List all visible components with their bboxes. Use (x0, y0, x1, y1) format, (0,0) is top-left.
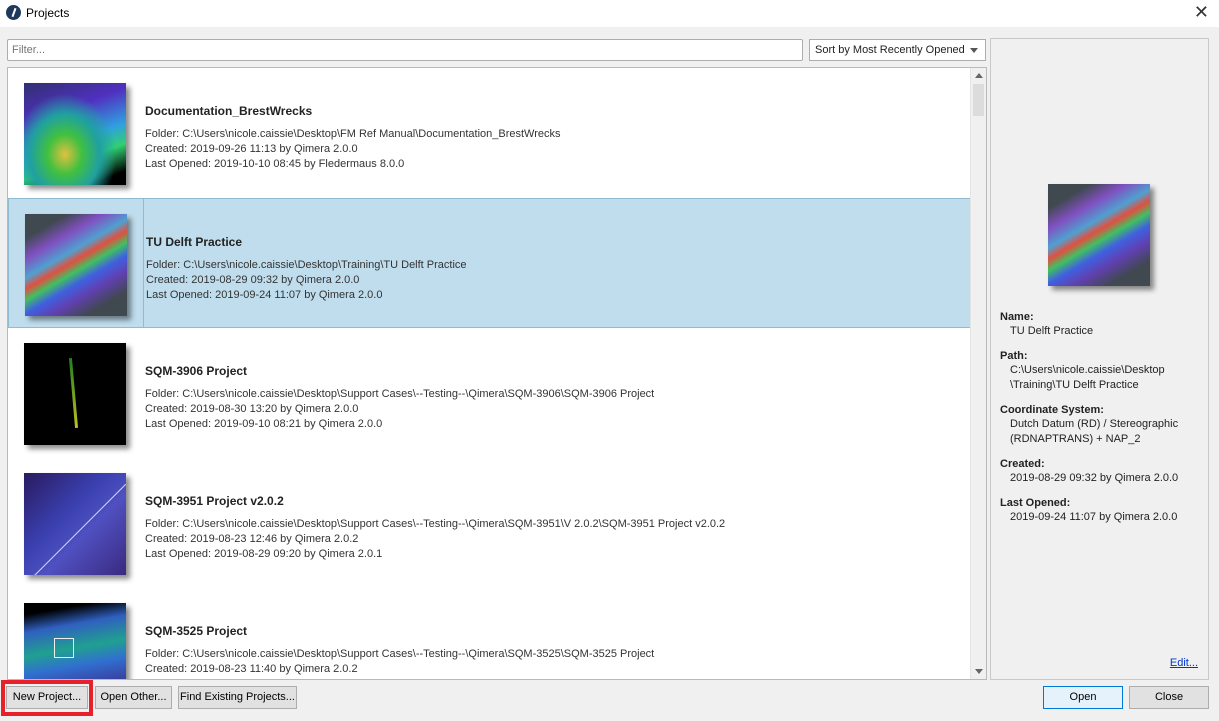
project-item[interactable]: SQM-3906 Project Folder: C:\Users\nicole… (8, 328, 971, 458)
edit-link[interactable]: Edit... (1170, 657, 1198, 669)
sort-selected: Sort by Most Recently Opened (815, 44, 965, 56)
last-opened-value: 2019-09-24 11:07 by Qimera 2.0.0 (1010, 511, 1178, 523)
find-existing-projects-button[interactable]: Find Existing Projects... (178, 686, 297, 709)
project-thumbnail (24, 343, 126, 445)
project-folder: Folder: C:\Users\nicole.caissie\Desktop\… (145, 128, 561, 140)
app-icon (6, 5, 21, 20)
project-name: SQM-3906 Project (145, 364, 248, 378)
scroll-up-icon[interactable] (975, 73, 983, 78)
coordinate-system-value-1: Dutch Datum (RD) / Stereographic (1010, 418, 1179, 430)
path-value-2: \Training\TU Delft Practice (1010, 379, 1139, 391)
close-button[interactable]: Close (1129, 686, 1209, 709)
project-folder: Folder: C:\Users\nicole.caissie\Desktop\… (145, 388, 655, 400)
project-created: Created: 2019-09-26 11:13 by Qimera 2.0.… (145, 143, 358, 155)
close-icon[interactable]: ✕ (1194, 2, 1209, 23)
project-folder: Folder: C:\Users\nicole.caissie\Desktop\… (145, 518, 726, 530)
project-item[interactable]: SQM-3951 Project v2.0.2 Folder: C:\Users… (8, 458, 971, 588)
project-item[interactable]: SQM-3525 Project Folder: C:\Users\nicole… (8, 588, 971, 679)
open-button[interactable]: Open (1043, 686, 1123, 709)
project-name: SQM-3951 Project v2.0.2 (145, 494, 284, 508)
project-created: Created: 2019-08-23 11:40 by Qimera 2.0.… (145, 663, 358, 675)
coordinate-system-value-2: (RDNAPTRANS) + NAP_2 (1010, 433, 1141, 445)
project-opened: Last Opened: 2019-09-10 08:21 by Qimera … (145, 418, 383, 430)
project-name: TU Delft Practice (146, 235, 243, 249)
project-list: Documentation_BrestWrecks Folder: C:\Use… (7, 67, 987, 680)
path-label: Path: (1000, 350, 1028, 362)
window-title: Projects (26, 6, 70, 20)
name-value: TU Delft Practice (1010, 325, 1094, 337)
last-opened-label: Last Opened: (1000, 497, 1071, 509)
path-value-1: C:\Users\nicole.caissie\Desktop (1010, 364, 1165, 376)
name-label: Name: (1000, 311, 1034, 323)
title-bar: Projects ✕ (0, 0, 1219, 27)
project-item[interactable]: Documentation_BrestWrecks Folder: C:\Use… (8, 68, 971, 198)
project-thumbnail (24, 83, 126, 185)
created-value: 2019-08-29 09:32 by Qimera 2.0.0 (1010, 472, 1179, 484)
project-created: Created: 2019-08-30 13:20 by Qimera 2.0.… (145, 403, 359, 415)
scrollbar-thumb[interactable] (973, 84, 984, 116)
divider (143, 199, 144, 327)
sort-dropdown[interactable]: Sort by Most Recently Opened (809, 39, 986, 61)
project-thumbnail (24, 473, 126, 575)
project-item-selected[interactable]: TU Delft Practice Folder: C:\Users\nicol… (8, 198, 971, 328)
project-folder: Folder: C:\Users\nicole.caissie\Desktop\… (146, 259, 467, 271)
scroll-down-icon[interactable] (975, 669, 983, 674)
project-opened: Last Opened: 2019-10-10 08:45 by Flederm… (145, 158, 405, 170)
project-name: Documentation_BrestWrecks (145, 104, 313, 118)
coordinate-system-label: Coordinate System: (1000, 404, 1104, 416)
new-project-button[interactable]: New Project... (6, 686, 88, 709)
project-opened: Last Opened: 2019-08-29 09:20 by Qimera … (145, 548, 383, 560)
project-thumbnail (25, 214, 127, 316)
project-name: SQM-3525 Project (145, 624, 248, 638)
project-thumbnail (24, 603, 126, 679)
vertical-scrollbar[interactable] (970, 68, 986, 679)
chevron-down-icon (970, 48, 978, 53)
project-opened: Last Opened: 2019-09-24 11:07 by Qimera … (146, 289, 383, 301)
details-panel: Name: TU Delft Practice Path: C:\Users\n… (990, 38, 1209, 680)
created-label: Created: (1000, 458, 1045, 470)
filter-input[interactable] (7, 39, 803, 61)
open-other-button[interactable]: Open Other... (95, 686, 172, 709)
preview-thumbnail (1048, 184, 1150, 286)
project-created: Created: 2019-08-23 12:46 by Qimera 2.0.… (145, 533, 359, 545)
project-created: Created: 2019-08-29 09:32 by Qimera 2.0.… (146, 274, 360, 286)
project-folder: Folder: C:\Users\nicole.caissie\Desktop\… (145, 648, 655, 660)
